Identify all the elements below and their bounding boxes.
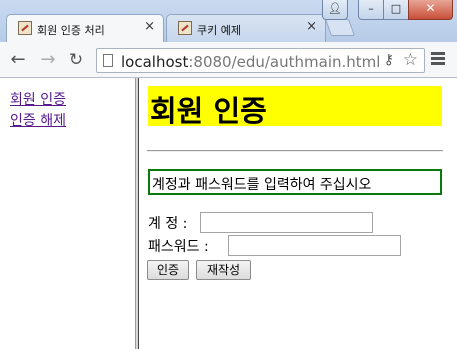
tab-auth[interactable]: 회원 인증 처리 × [6, 14, 164, 42]
menu-bar-icon [431, 62, 445, 65]
close-window-button[interactable]: ✕ [408, 0, 453, 20]
instruction-box: 계정과 패스워드를 입력하여 주십시오 [148, 169, 442, 195]
page-viewport: 회원 인증 인증 해제 회원 인증 계정과 패스워드를 입력하여 주십시오 계 … [0, 78, 457, 349]
menu-bar-icon [431, 52, 445, 55]
logout-link[interactable]: 인증 해제 [10, 110, 66, 130]
url-path: :8080/edu/authmain.html [188, 53, 381, 71]
page-favicon-icon [18, 21, 32, 35]
menu-button[interactable] [431, 52, 445, 67]
back-button[interactable]: ← [7, 49, 29, 71]
arrow-right-icon: → [40, 49, 56, 70]
user-icon: 👤︎ [328, 2, 342, 15]
profile-button[interactable]: 👤︎ [322, 0, 348, 20]
tab-strip: 회원 인증 처리 × 쿠키 예제 × 👤︎ – □ ✕ [0, 0, 457, 42]
page-heading: 회원 인증 [148, 86, 442, 128]
reset-button[interactable]: 재작성 [196, 260, 251, 280]
tab-cookie[interactable]: 쿠키 예제 × [166, 14, 326, 42]
password-label: 패스워드 : [148, 239, 209, 255]
new-tab-button[interactable] [324, 19, 356, 36]
password-input[interactable] [228, 235, 401, 256]
arrow-left-icon: ← [10, 49, 26, 70]
address-url: localhost:8080/edu/authmain.html [121, 53, 380, 71]
main-frame: 회원 인증 계정과 패스워드를 입력하여 주십시오 계 정 : 패스워드 : 인… [139, 78, 457, 349]
account-label: 계 정 : [148, 216, 188, 232]
menu-bar-icon [431, 57, 445, 60]
key-icon[interactable]: ⚷ [384, 52, 394, 68]
reload-icon: ↻ [68, 50, 84, 70]
minimize-icon: – [368, 2, 374, 15]
login-link[interactable]: 회원 인증 [10, 89, 66, 109]
forward-button[interactable]: → [37, 49, 59, 71]
horizontal-rule [147, 150, 443, 152]
minimize-button[interactable]: – [358, 0, 384, 20]
page-heading-text: 회원 인증 [150, 94, 267, 128]
instruction-text: 계정과 패스워드를 입력하여 주십시오 [152, 177, 372, 193]
maximize-button[interactable]: □ [383, 0, 409, 20]
url-host: localhost [121, 53, 189, 71]
account-input[interactable] [200, 212, 373, 233]
page-icon [103, 54, 113, 67]
reload-button[interactable]: ↻ [65, 49, 87, 71]
maximize-icon: □ [390, 2, 402, 15]
tab-title: 쿠키 예제 [197, 24, 241, 37]
tab-close-icon[interactable]: × [306, 20, 317, 34]
browser-toolbar: ← → ↻ localhost:8080/edu/authmain.html ⚷… [0, 42, 457, 78]
page-favicon-icon [178, 21, 192, 35]
tab-title: 회원 인증 처리 [37, 24, 105, 37]
browser-window: 회원 인증 처리 × 쿠키 예제 × 👤︎ – □ ✕ ← → ↻ localh… [0, 0, 457, 349]
address-bar[interactable]: localhost:8080/edu/authmain.html ⚷ ☆ [96, 48, 425, 73]
submit-button[interactable]: 인증 [147, 260, 189, 280]
tab-close-icon[interactable]: × [144, 20, 155, 34]
nav-frame: 회원 인증 인증 해제 [0, 78, 135, 349]
bookmark-star-icon[interactable]: ☆ [403, 50, 418, 70]
close-icon: ✕ [425, 1, 436, 15]
